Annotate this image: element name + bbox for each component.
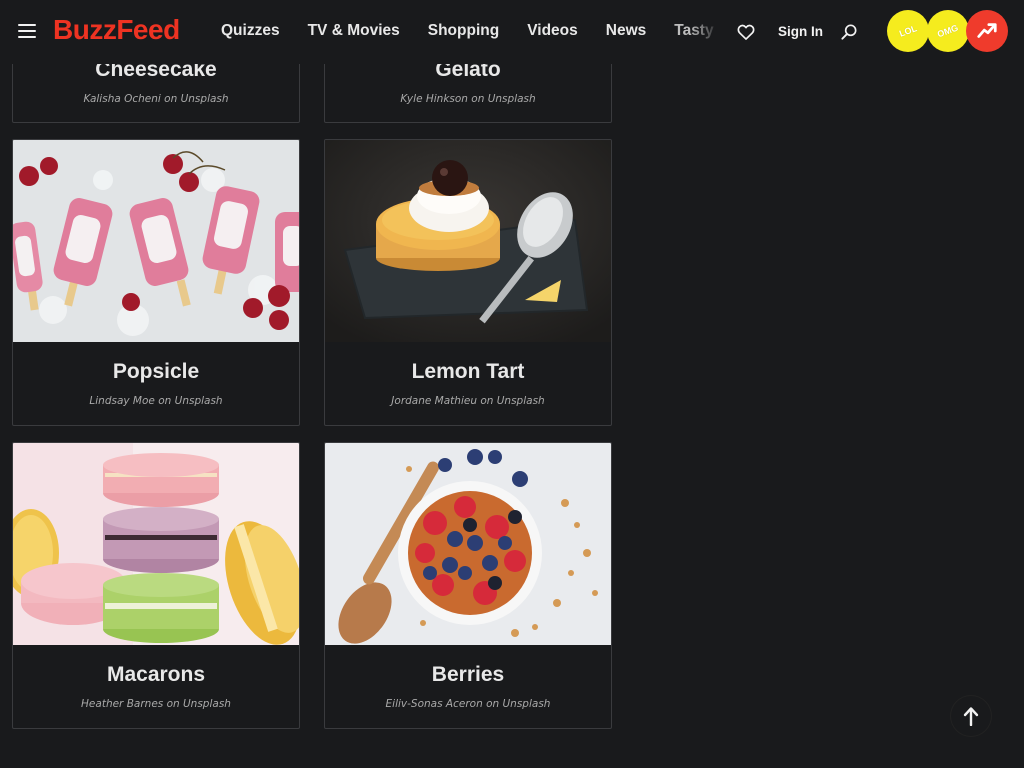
card-credit: Kalisha Ocheni on Unsplash [83, 93, 229, 105]
nav-tv-movies[interactable]: TV & Movies [308, 22, 400, 40]
card-lemon-tart[interactable]: Lemon Tart Jordane Mathieu on Unsplash [324, 139, 612, 426]
macarons-photo [13, 443, 299, 645]
nav-quizzes[interactable]: Quizzes [221, 22, 280, 40]
card-credit: Lindsay Moe on Unsplash [89, 395, 223, 407]
search-icon[interactable] [839, 22, 859, 42]
buzzfeed-logo[interactable]: BuzzFeed [53, 14, 180, 46]
card-credit: Jordane Mathieu on Unsplash [391, 395, 545, 407]
card-credit: Eiliv-Sonas Aceron on Unsplash [385, 698, 551, 710]
card-berries[interactable]: Berries Eiliv-Sonas Aceron on Unsplash [324, 442, 612, 729]
menu-icon[interactable] [18, 24, 36, 38]
popsicle-photo [13, 140, 299, 342]
card-macarons[interactable]: Macarons Heather Barnes on Unsplash [12, 442, 300, 729]
lol-badge-icon[interactable]: LOL [887, 10, 929, 52]
berries-photo [325, 443, 611, 645]
trending-badge-icon[interactable] [966, 10, 1008, 52]
arrow-up-icon [963, 707, 979, 726]
card-title: Popsicle [112, 360, 200, 383]
card-title: Berries [431, 663, 505, 686]
nav-videos[interactable]: Videos [527, 22, 578, 40]
omg-badge-icon[interactable]: OMG [927, 10, 969, 52]
card-credit: Kyle Hinkson on Unsplash [400, 93, 536, 105]
card-credit: Heather Barnes on Unsplash [81, 698, 231, 710]
nav-fade-overlay [690, 16, 720, 46]
sign-in-link[interactable]: Sign In [778, 24, 823, 39]
card-title: Lemon Tart [411, 360, 525, 383]
card-popsicle[interactable]: Popsicle Lindsay Moe on Unsplash [12, 139, 300, 426]
top-navigation-bar: BuzzFeed Quizzes TV & Movies Shopping Vi… [0, 0, 1024, 64]
heart-icon[interactable] [736, 22, 756, 42]
trending-arrow-icon [977, 23, 997, 38]
back-to-top-button[interactable] [951, 696, 991, 736]
nav-shopping[interactable]: Shopping [428, 22, 499, 40]
lemon-tart-photo [325, 140, 611, 342]
card-title: Macarons [106, 663, 206, 686]
main-nav: Quizzes TV & Movies Shopping Videos News… [221, 22, 714, 40]
nav-news[interactable]: News [606, 22, 647, 40]
